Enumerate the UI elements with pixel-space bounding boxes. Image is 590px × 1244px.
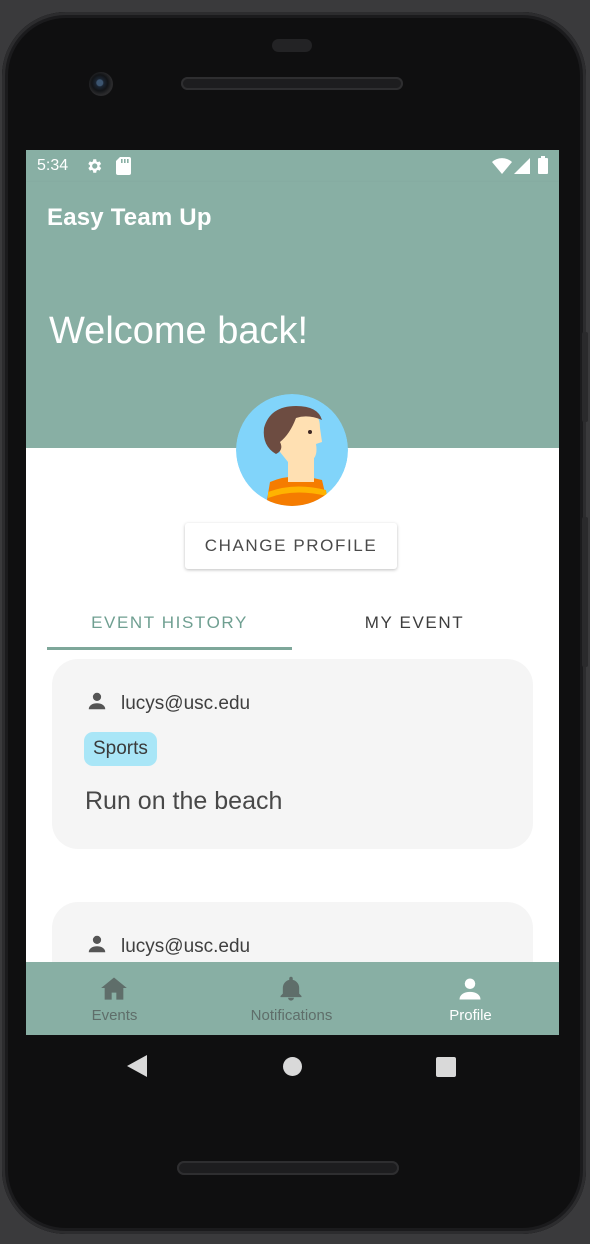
system-navigation-bar xyxy=(26,1035,559,1097)
avatar xyxy=(236,394,348,506)
front-camera xyxy=(89,72,113,96)
tab-event-history[interactable]: EVENT HISTORY xyxy=(47,596,292,650)
welcome-text: Welcome back! xyxy=(49,310,309,352)
nav-notifications-label: Notifications xyxy=(250,1007,333,1024)
signal-icon xyxy=(514,158,530,179)
event-card[interactable]: lucys@usc.edu Sports Run on the beach xyxy=(52,659,533,849)
app-screen: 5:34 Easy Team Up Welcome back! CHANGE P… xyxy=(26,150,559,1035)
nav-events[interactable]: Events xyxy=(26,962,203,1035)
tab-my-event[interactable]: MY EVENT xyxy=(292,596,537,650)
top-speaker-grille xyxy=(181,77,403,90)
event-owner: lucys@usc.edu xyxy=(86,690,250,717)
sd-card-icon xyxy=(116,157,131,180)
nav-events-label: Events xyxy=(91,1007,138,1024)
app-title: Easy Team Up xyxy=(47,204,212,231)
event-category-tag: Sports xyxy=(84,732,157,766)
recents-icon[interactable] xyxy=(436,1057,456,1082)
tab-bar: EVENT HISTORY MY EVENT xyxy=(47,596,538,650)
person-icon xyxy=(86,690,108,717)
status-bar: 5:34 xyxy=(26,150,559,182)
nav-profile-label: Profile xyxy=(449,1007,492,1024)
status-time: 5:34 xyxy=(37,157,69,174)
bottom-speaker-grille xyxy=(177,1161,399,1175)
person-icon xyxy=(456,975,484,1008)
bottom-navigation: Events Notifications Profile xyxy=(26,962,559,1035)
bell-icon xyxy=(277,975,305,1008)
settings-icon xyxy=(85,157,103,180)
home-circle-icon[interactable] xyxy=(283,1057,302,1081)
power-button xyxy=(582,517,588,667)
home-icon xyxy=(100,975,128,1006)
battery-icon xyxy=(538,156,548,179)
event-owner: lucys@usc.edu xyxy=(86,933,250,960)
event-title: Run on the beach xyxy=(85,787,283,815)
earpiece xyxy=(272,39,312,52)
app-bar: Easy Team Up xyxy=(26,182,559,254)
event-owner-email: lucys@usc.edu xyxy=(121,935,251,957)
tab-indicator xyxy=(47,647,292,650)
event-owner-email: lucys@usc.edu xyxy=(121,692,251,714)
person-icon xyxy=(86,933,108,960)
change-profile-button[interactable]: CHANGE PROFILE xyxy=(185,523,397,569)
wifi-icon xyxy=(492,158,512,179)
nav-notifications[interactable]: Notifications xyxy=(203,962,380,1035)
volume-button xyxy=(582,332,588,422)
nav-profile[interactable]: Profile xyxy=(382,962,559,1035)
back-icon[interactable] xyxy=(127,1055,147,1082)
